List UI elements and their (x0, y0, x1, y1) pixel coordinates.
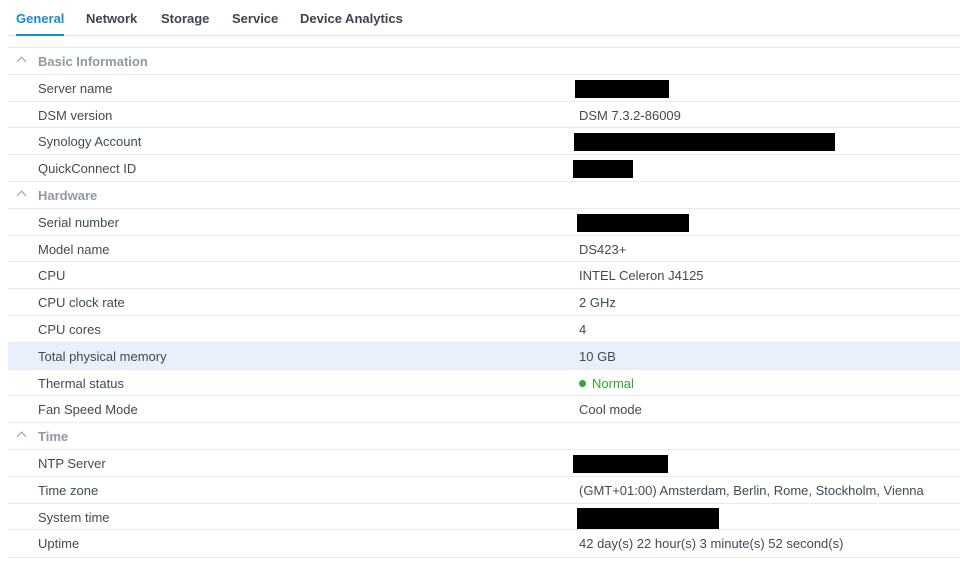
tab-bar: General Network Storage Service Device A… (8, 0, 960, 36)
table-row-cpu-clock-rate: CPU clock rate 2 GHz (8, 288, 960, 315)
table-row-synology-account: Synology Account (8, 127, 960, 154)
row-label: CPU clock rate (38, 295, 125, 311)
table-row-fan-speed-mode: Fan Speed Mode Cool mode (8, 395, 960, 422)
chevron-up-icon[interactable] (16, 56, 27, 67)
row-label: System time (38, 509, 110, 525)
active-tab-indicator (16, 34, 64, 36)
status-dot-icon (579, 379, 586, 387)
row-label: Fan Speed Mode (38, 402, 138, 418)
row-value: 10 GB (579, 348, 616, 364)
row-value: (GMT+01:00) Amsterdam, Berlin, Rome, Sto… (579, 482, 924, 498)
row-label: Model name (38, 241, 110, 257)
tab-service[interactable]: Service (232, 11, 278, 26)
table-row-system-time: System time (8, 502, 960, 530)
tab-storage[interactable]: Storage (161, 11, 209, 26)
tab-device-analytics[interactable]: Device Analytics (300, 11, 403, 26)
table-row-serial-number: Serial number (8, 207, 960, 235)
row-label: CPU (38, 268, 66, 284)
redacted-value (573, 160, 633, 179)
table-row-total-physical-memory: Total physical memory 10 GB (8, 341, 960, 369)
section-basic-information[interactable]: Basic Information (8, 47, 960, 74)
redacted-value (575, 79, 669, 98)
row-label: Synology Account (38, 134, 142, 150)
status-badge: Normal (579, 376, 634, 391)
row-value: DSM 7.3.2-86009 (579, 107, 681, 123)
table-row-thermal-status: Thermal status Normal (8, 368, 960, 396)
row-label: Thermal status (38, 375, 124, 391)
section-title: Hardware (38, 187, 98, 203)
row-label: Server name (38, 80, 113, 96)
tab-network[interactable]: Network (86, 11, 137, 26)
row-value: 42 day(s) 22 hour(s) 3 minute(s) 52 seco… (579, 536, 844, 552)
chevron-up-icon[interactable] (16, 190, 27, 201)
table-row-dsm-version: DSM version DSM 7.3.2-86009 (8, 100, 960, 128)
row-value: DS423+ (579, 241, 627, 257)
row-label: Uptime (38, 536, 80, 552)
row-label: CPU cores (38, 321, 101, 337)
section-time[interactable]: Time (8, 422, 960, 449)
redacted-value (577, 213, 689, 232)
chevron-up-icon[interactable] (16, 431, 27, 442)
table-row-model-name: Model name DS423+ (8, 234, 960, 262)
row-label: NTP Server (38, 455, 106, 471)
row-label: DSM version (38, 107, 113, 123)
table-row-uptime: Uptime 42 day(s) 22 hour(s) 3 minute(s) … (8, 529, 960, 556)
table-row-server-name: Server name (8, 73, 960, 101)
row-value: 2 GHz (579, 295, 616, 311)
row-value: INTEL Celeron J4125 (579, 268, 704, 284)
row-label: Serial number (38, 214, 119, 230)
tab-general[interactable]: General (16, 11, 64, 26)
section-hardware[interactable]: Hardware (8, 180, 960, 208)
table-row-cpu: CPU INTEL Celeron J4125 (8, 261, 960, 288)
table-row-time-zone: Time zone (GMT+01:00) Amsterdam, Berlin,… (8, 475, 960, 503)
redacted-value (574, 133, 835, 152)
section-title: Basic Information (38, 54, 148, 69)
status-text: Normal (592, 375, 634, 391)
row-label: Total physical memory (38, 348, 167, 364)
table-row-quickconnect-id: QuickConnect ID (8, 154, 960, 181)
row-value: 4 (579, 321, 587, 337)
section-title: Time (38, 429, 69, 445)
table-row-cpu-cores: CPU cores 4 (8, 314, 960, 342)
redacted-value (577, 507, 719, 529)
table-row-ntp-server: NTP Server (8, 448, 960, 476)
table-bottom-divider (8, 557, 960, 558)
row-label: QuickConnect ID (38, 161, 137, 177)
info-table: Basic Information Server name DSM versio… (8, 47, 960, 556)
row-value: Cool mode (579, 402, 642, 418)
row-label: Time zone (38, 482, 99, 498)
redacted-value (573, 454, 668, 473)
